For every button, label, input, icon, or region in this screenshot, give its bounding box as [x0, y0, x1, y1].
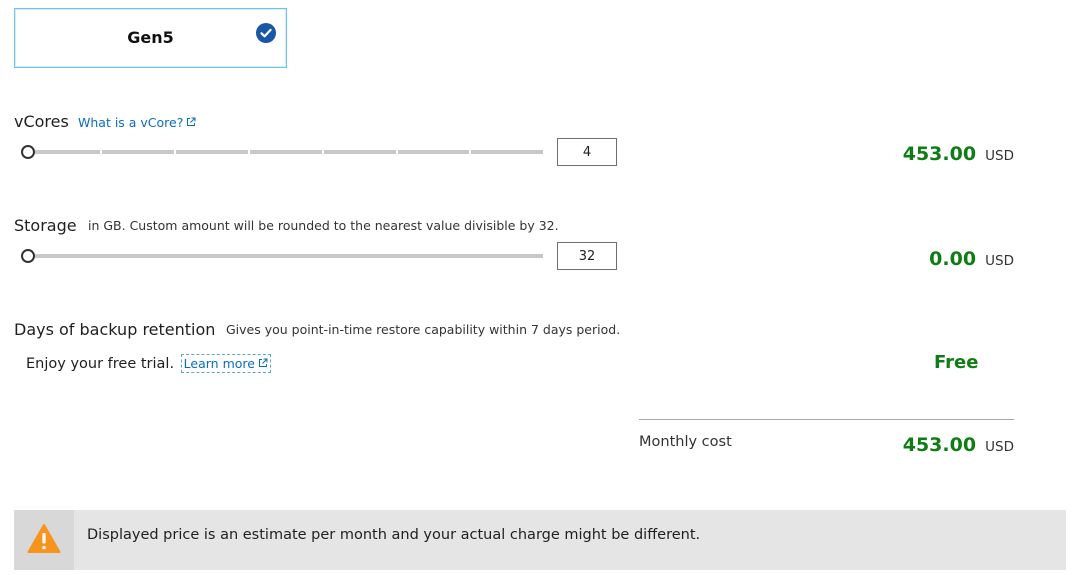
- vcores-price-currency: USD: [985, 148, 1014, 164]
- learn-more-label: Learn more: [183, 356, 255, 371]
- generation-label: Gen5: [127, 28, 174, 47]
- backup-description: Gives you point-in-time restore capabili…: [226, 322, 621, 337]
- storage-slider-thumb[interactable]: [21, 249, 35, 263]
- vcores-title: vCores: [14, 112, 69, 131]
- storage-description: in GB. Custom amount will be rounded to …: [88, 218, 559, 233]
- what-is-vcore-link-label: What is a vCore?: [78, 115, 184, 130]
- price-estimate-banner: Displayed price is an estimate per month…: [14, 510, 1066, 570]
- storage-input[interactable]: [557, 242, 617, 270]
- storage-title: Storage: [14, 216, 77, 235]
- cost-divider: [639, 419, 1014, 420]
- monthly-cost-currency: USD: [985, 439, 1014, 455]
- vcores-input[interactable]: [557, 138, 617, 166]
- backup-title: Days of backup retention: [14, 320, 216, 339]
- external-link-icon: [258, 356, 268, 371]
- monthly-cost-price: 453.00 USD: [903, 434, 1014, 456]
- generation-card-gen5[interactable]: Gen5: [14, 8, 287, 68]
- external-link-icon: [186, 115, 196, 130]
- warning-icon: [27, 524, 61, 553]
- vcores-slider-track[interactable]: [28, 150, 543, 154]
- monthly-cost-label: Monthly cost: [639, 434, 732, 450]
- vcores-slider-thumb[interactable]: [21, 145, 35, 159]
- banner-icon-container: [14, 510, 74, 570]
- free-trial-row: Enjoy your free trial. Learn more: [26, 354, 271, 373]
- storage-price-amount: 0.00: [929, 248, 977, 270]
- storage-price: 0.00 USD: [929, 248, 1014, 270]
- vcores-price-amount: 453.00: [902, 143, 977, 165]
- banner-text: Displayed price is an estimate per month…: [87, 527, 701, 543]
- monthly-cost-amount: 453.00: [902, 434, 977, 456]
- vcores-price: 453.00 USD: [903, 143, 1014, 165]
- what-is-vcore-link[interactable]: What is a vCore?: [78, 115, 196, 130]
- learn-more-link[interactable]: Learn more: [180, 354, 271, 373]
- backup-price-free: Free: [934, 352, 979, 373]
- storage-slider-track[interactable]: [28, 254, 543, 258]
- checkmark-icon: [256, 23, 276, 43]
- storage-price-currency: USD: [985, 253, 1014, 269]
- free-trial-text: Enjoy your free trial.: [26, 356, 175, 372]
